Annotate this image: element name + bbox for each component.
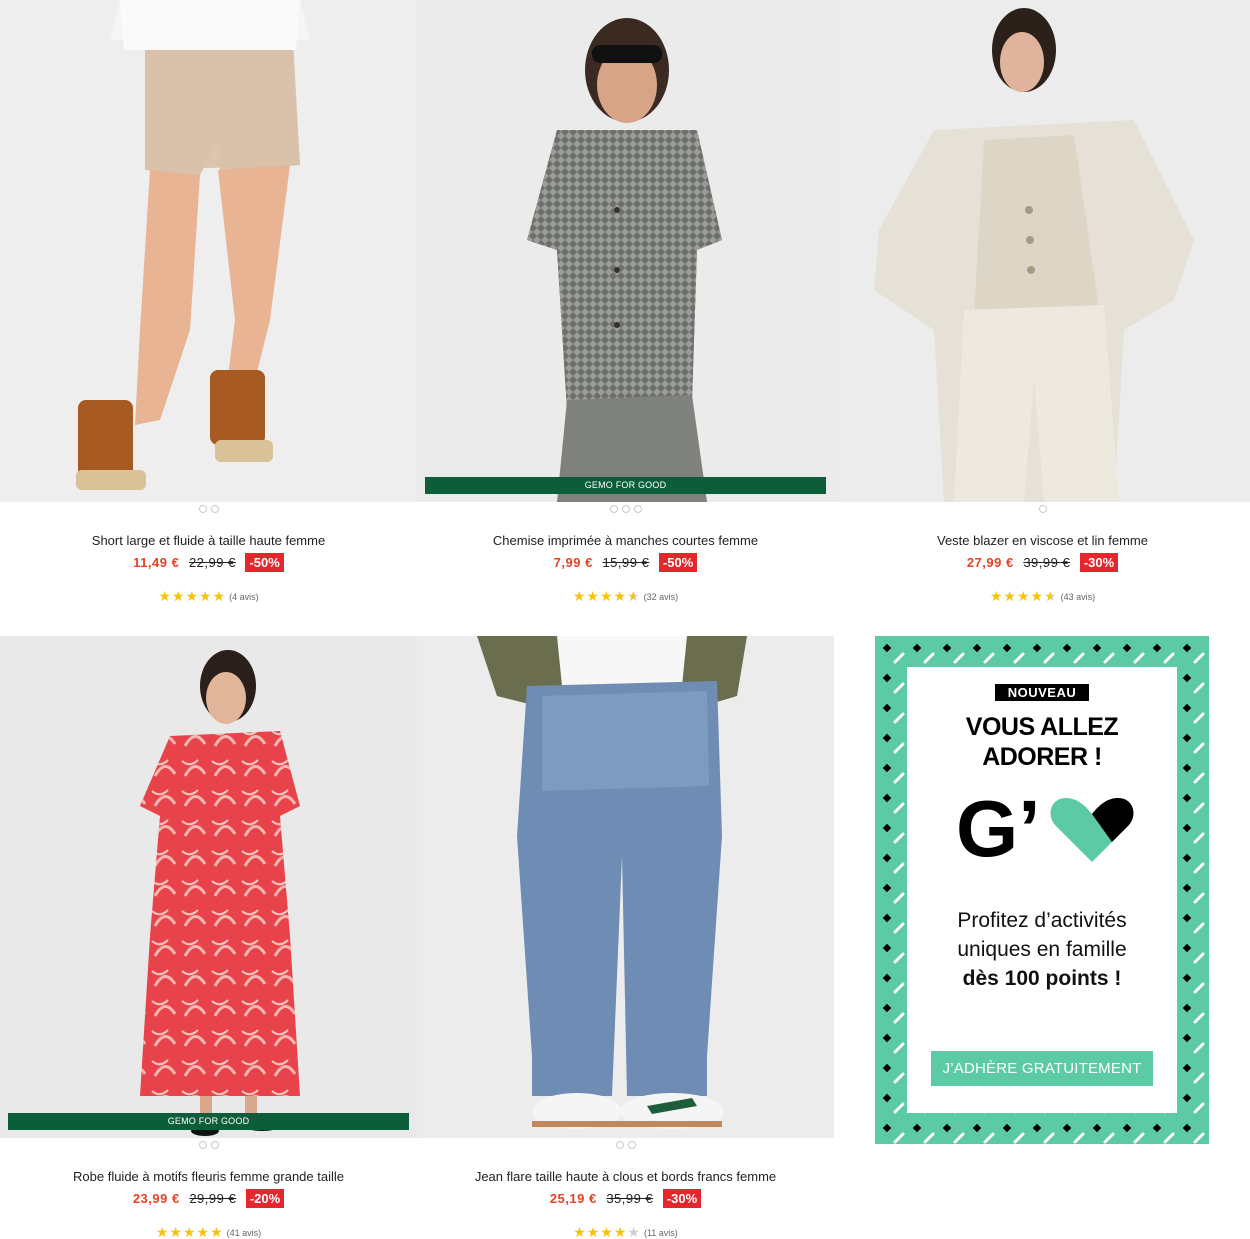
review-count: (32 avis) [643,591,679,602]
price-row: 25,19 € 35,99 € -30% [417,1189,834,1209]
price-row: 7,99 € 15,99 € -50% [417,553,834,573]
original-price: 29,99 € [189,1191,237,1206]
carousel-dots[interactable] [417,505,834,515]
rating[interactable]: ★★★★★ (4 avis) [0,588,417,604]
carousel-dot[interactable] [621,505,630,513]
product-image[interactable] [834,0,1250,502]
carousel-dots[interactable] [0,505,417,515]
promo-text-line: dès 100 points ! [962,967,1122,990]
review-count: (43 avis) [1060,591,1096,602]
rating[interactable]: ★★★★★ (32 avis) [417,588,834,604]
promo-text-line: uniques en famille [957,938,1127,961]
product-image[interactable] [0,0,417,502]
review-count: (4 avis) [229,591,259,602]
rating[interactable]: ★★★★★ (41 avis) [0,1224,417,1239]
review-count: (11 avis) [643,1227,678,1238]
promo-headline: VOUS ALLEZ ADORER ! [907,712,1177,772]
price-row: 11,49 € 22,99 € -50% [0,553,417,573]
headline-line: ADORER ! [982,743,1102,771]
star-rating-icon: ★★★★★ [572,588,641,604]
carousel-dot[interactable] [1038,505,1047,513]
product-image[interactable]: GEMO FOR GOOD [0,636,417,1138]
carousel-dots[interactable] [417,1141,834,1151]
original-price: 39,99 € [1023,555,1071,570]
current-price: 11,49 € [133,555,180,570]
carousel-dot[interactable] [198,505,207,513]
product-card[interactable]: Jean flare taille haute à clous et bords… [417,636,834,1239]
gemo-for-good-badge: GEMO FOR GOOD [425,477,826,494]
carousel-dot[interactable] [198,1141,207,1149]
product-card[interactable]: Short large et fluide à taille haute fem… [0,0,417,636]
product-title[interactable]: Chemise imprimée à manches courtes femme [417,533,834,548]
star-rating-icon: ★★★★★ [573,1224,641,1239]
product-image[interactable] [417,636,834,1138]
promo-text-line: Profitez d’activités [957,909,1127,932]
product-title[interactable]: Short large et fluide à taille haute fem… [0,533,417,548]
product-title[interactable]: Robe fluide à motifs fleuris femme grand… [0,1169,417,1184]
carousel-dot[interactable] [633,505,642,513]
original-price: 22,99 € [188,555,236,570]
discount-badge: -50% [245,553,284,572]
carousel-dots[interactable] [834,505,1250,515]
original-price: 35,99 € [606,1191,654,1206]
promo-text: Profitez d’activités uniques en famille … [907,906,1177,993]
carousel-dot[interactable] [609,505,618,513]
star-rating-icon: ★★★★★ [989,588,1058,604]
carousel-dot[interactable] [210,1141,219,1149]
rating[interactable]: ★★★★★ (43 avis) [834,588,1250,604]
loyalty-promo-banner[interactable]: NOUVEAU VOUS ALLEZ ADORER ! G’ Profitez … [875,636,1209,1144]
discount-badge: -30% [1079,553,1119,572]
promo-content: NOUVEAU VOUS ALLEZ ADORER ! G’ Profitez … [907,667,1177,1113]
current-price: 7,99 € [553,555,593,570]
product-image[interactable]: GEMO FOR GOOD [417,0,834,502]
carousel-dot[interactable] [615,1141,624,1149]
rating[interactable]: ★★★★★ (11 avis) [417,1224,834,1239]
original-price: 15,99 € [602,555,650,570]
headline-line: VOUS ALLEZ [965,713,1119,741]
product-title[interactable]: Veste blazer en viscose et lin femme [834,533,1250,548]
new-tag: NOUVEAU [994,684,1090,701]
review-count: (41 avis) [226,1227,262,1238]
current-price: 23,99 € [132,1191,180,1206]
product-title[interactable]: Jean flare taille haute à clous et bords… [417,1169,834,1184]
product-card[interactable]: GEMO FOR GOOD Robe fluide à motifs fleur… [0,636,417,1239]
discount-badge: -30% [662,1189,702,1208]
join-free-button[interactable]: J’ADHÈRE GRATUITEMENT [931,1051,1153,1086]
carousel-dot[interactable] [627,1141,636,1149]
star-rating-icon: ★★★★★ [155,1224,224,1239]
price-row: 23,99 € 29,99 € -20% [0,1189,417,1209]
gemo-for-good-badge: GEMO FOR GOOD [8,1113,409,1130]
discount-badge: -20% [245,1189,285,1208]
product-card[interactable]: Veste blazer en viscose et lin femme 27,… [834,0,1250,636]
star-rating-icon: ★★★★★ [158,588,227,604]
current-price: 27,99 € [966,555,1014,570]
product-card[interactable]: GEMO FOR GOOD Chemise imprimée à manches… [417,0,834,636]
logo-letter: G’ [956,786,1040,866]
discount-badge: -50% [658,553,698,572]
carousel-dot[interactable] [210,505,219,513]
current-price: 25,19 € [549,1191,597,1206]
g-heart-logo: G’ [907,784,1177,873]
price-row: 27,99 € 39,99 € -30% [834,553,1250,573]
carousel-dots[interactable] [0,1141,417,1151]
